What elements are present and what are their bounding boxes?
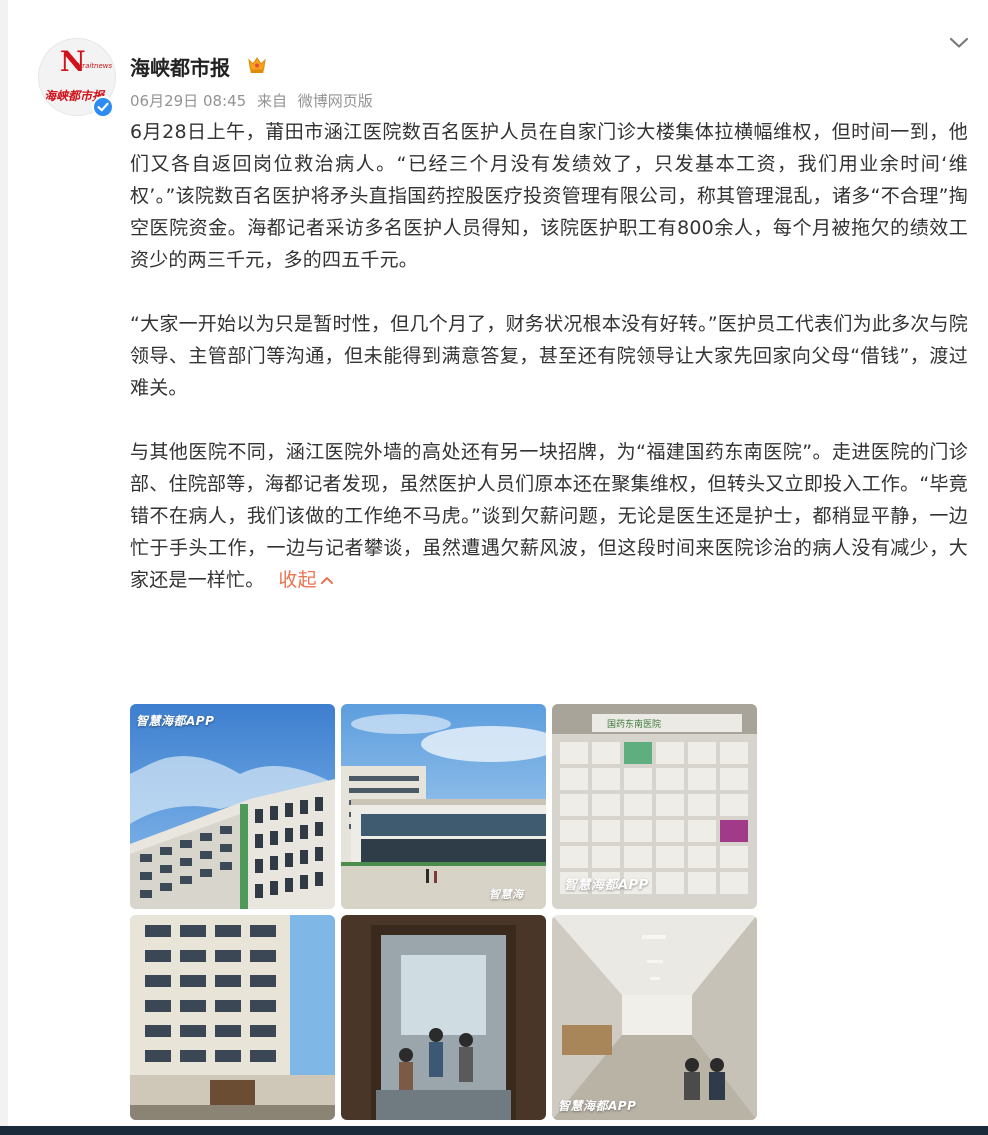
author-name[interactable]: 海峡都市报 (130, 52, 230, 81)
post-image-6[interactable]: 智慧海都APP (552, 915, 757, 1120)
post-time[interactable]: 06月29日 08:45 (130, 92, 246, 110)
post-paragraph-3-text: 与其他医院不同，涵江医院外墙的高处还有另一块招牌，为“福建国药东南医院”。走进医… (130, 441, 968, 591)
post-meta: 06月29日 08:45 来自 微博网页版 (130, 90, 379, 111)
ward-interior-photo (341, 915, 546, 1120)
image-watermark: 智慧海都APP (558, 1099, 637, 1113)
image-watermark: 智慧海都APP (564, 878, 649, 893)
page-bottom-bar (0, 1126, 988, 1135)
post-paragraph-1: 6月28日上午，莆田市涵江医院数百名医护人员在自家门诊大楼集体拉横幅维权，但时间… (130, 121, 968, 271)
member-crown-icon (248, 57, 266, 73)
post-image-5[interactable] (341, 915, 546, 1120)
post-image-1[interactable]: 智慧海都APP (130, 704, 335, 909)
collapse-link[interactable]: 收起 (278, 569, 333, 591)
image-watermark: 智慧海 (489, 888, 524, 901)
post-source[interactable]: 微博网页版 (298, 92, 373, 110)
collapse-label: 收起 (278, 569, 317, 591)
post-image-2[interactable]: 智慧海 (341, 704, 546, 909)
verified-badge-icon (92, 96, 114, 118)
post-body: 6月28日上午，莆田市涵江医院数百名医护人员在自家门诊大楼集体拉横幅维权，但时间… (130, 116, 968, 596)
post-image-3[interactable]: 国药东南医院 智慧海都APP (552, 704, 757, 909)
hospital-corridor-photo (552, 915, 757, 1120)
weibo-post-card: N Straitnews 海峡都市报 海峡都市报 06月29日 08:45 来自… (8, 0, 988, 1126)
hospital-sign-text: 国药东南医院 (607, 718, 661, 730)
hospital-building-photo (130, 915, 335, 1120)
post-paragraph-2: “大家一开始以为只是暂时性，但几个月了，财务状况根本没有好转。”医护员工代表们为… (130, 313, 968, 399)
post-image-4[interactable] (130, 915, 335, 1120)
chevron-up-icon (320, 577, 333, 584)
post-paragraph-3: 与其他医院不同，涵江医院外墙的高处还有另一块招牌，为“福建国药东南医院”。走进医… (130, 436, 968, 596)
hospital-tower-photo (130, 704, 335, 909)
image-watermark: 智慧海都APP (136, 714, 215, 728)
hospital-entrance-photo (341, 704, 546, 909)
chevron-down-icon[interactable] (948, 34, 970, 52)
avatar-logo-sub: Straitnews (75, 62, 113, 70)
source-prefix: 来自 (256, 92, 287, 110)
